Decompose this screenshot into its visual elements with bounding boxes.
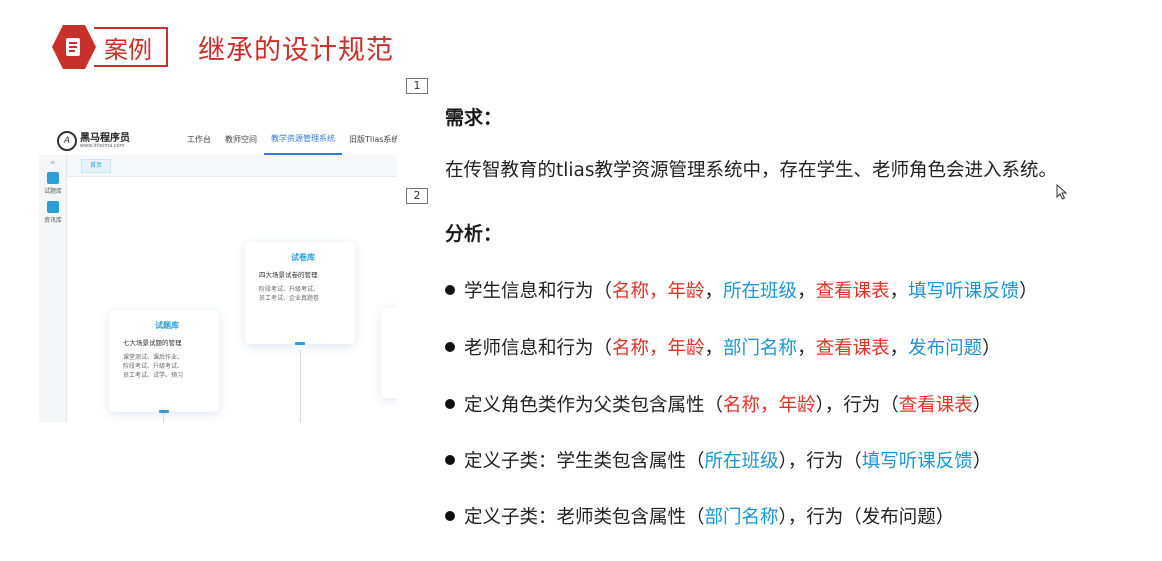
card-indicator <box>295 342 305 345</box>
logo-mark: A <box>57 131 77 151</box>
nav-workbench[interactable]: 工作台 <box>180 125 218 155</box>
questions-card[interactable]: 试题库 七大场景试题的管理 课堂测试、课后作业、 阶段考试、升级考试、 员工考试… <box>109 310 219 413</box>
sidebar-item-label: 资讯库 <box>43 217 62 224</box>
bullet-student-class: 定义子类：学生类包含属性（所在班级），行为（填写听课反馈） <box>445 447 991 473</box>
papers-card-title: 试卷库 <box>291 253 315 262</box>
app-top-nav: 工作台 教师空间 教学资源管理系统 旧版Tlias系统 <box>180 125 397 155</box>
case-tag: 案例 <box>94 27 168 67</box>
bullet-dot <box>445 285 455 295</box>
bullet-dot <box>445 511 455 521</box>
bullet-teacher-class: 定义子类：老师类包含属性（部门名称），行为（发布问题） <box>445 503 954 529</box>
nav-legacy-tlias[interactable]: 旧版Tlias系统 <box>342 125 397 155</box>
analysis-heading: 分析： <box>445 223 503 245</box>
chat-icon <box>47 201 59 213</box>
bullet-dot <box>445 455 455 465</box>
card-indicator <box>159 410 169 413</box>
bullet-student: 学生信息和行为（名称，年龄，所在班级，查看课表，填写听课反馈） <box>445 277 1038 303</box>
nav-resource-system[interactable]: 教学资源管理系统 <box>264 125 342 155</box>
partial-card[interactable] <box>381 308 397 398</box>
connector-line <box>163 413 164 422</box>
slide-number-1: 1 <box>406 78 428 94</box>
papers-card[interactable]: 试卷库 四大场景试卷的管理 阶段考试、升级考试、 员工考试、企业真题卷 <box>245 242 355 345</box>
nav-teacher-space[interactable]: 教师空间 <box>218 125 264 155</box>
sidebar-item-questions[interactable]: 试题库 <box>39 172 67 195</box>
papers-card-desc: 阶段考试、升级考试、 员工考试、企业真题卷 <box>259 286 320 302</box>
app-tabbar: 首页 <box>67 155 397 177</box>
bullet-dot <box>445 399 455 409</box>
slide-title: 继承的设计规范 <box>198 34 394 66</box>
papers-card-subtitle: 四大场景试卷的管理 <box>259 271 318 279</box>
app-sidebar: ≡ 试题库 资讯库 <box>39 155 67 422</box>
questions-card-desc: 课堂测试、课后作业、 阶段考试、升级考试、 员工考试、试学、预习 <box>123 354 184 379</box>
bullet-teacher: 老师信息和行为（名称，年龄，部门名称，查看课表，发布问题） <box>445 334 1001 360</box>
app-screenshot: A 黑马程序员 www.itheima.com 工作台 教师空间 教学资源管理系… <box>39 125 397 422</box>
tab-home[interactable]: 首页 <box>81 159 112 173</box>
sidebar-item-news[interactable]: 资讯库 <box>39 201 67 224</box>
requirement-text: 在传智教育的tlias教学资源管理系统中，存在学生、老师角色会进入系统。 <box>445 160 1058 181</box>
slide-header: 案例 继承的设计规范 <box>52 24 394 70</box>
itheima-logo: A 黑马程序员 www.itheima.com <box>57 131 130 151</box>
questions-card-subtitle: 七大场景试题的管理 <box>123 339 182 347</box>
mouse-cursor-icon <box>1056 184 1068 200</box>
requirement-heading: 需求： <box>445 107 503 129</box>
sidebar-item-label: 试题库 <box>43 188 62 195</box>
connector-line <box>300 350 301 422</box>
logo-text: 黑马程序员 <box>80 132 130 144</box>
app-topbar: A 黑马程序员 www.itheima.com 工作台 教师空间 教学资源管理系… <box>39 125 397 155</box>
slide-number-2: 2 <box>406 188 428 204</box>
book-icon <box>47 172 59 184</box>
bullet-dot <box>445 342 455 352</box>
sidebar-toggle-icon[interactable]: ≡ <box>39 159 66 166</box>
questions-card-title: 试题库 <box>155 321 179 330</box>
bullet-parent-class: 定义角色类作为父类包含属性（名称，年龄），行为（查看课表） <box>445 391 991 417</box>
document-icon <box>52 25 96 69</box>
logo-url: www.itheima.com <box>80 142 125 149</box>
